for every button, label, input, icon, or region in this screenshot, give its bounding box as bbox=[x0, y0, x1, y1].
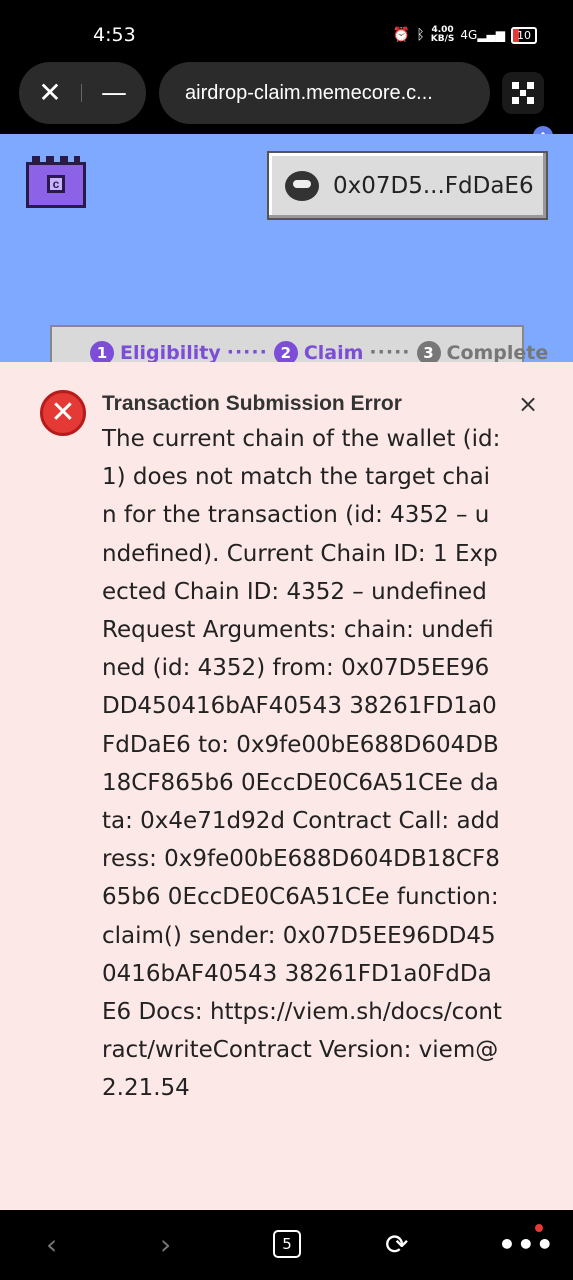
step-complete: 3 Complete bbox=[416, 341, 549, 362]
wallet-address-button[interactable]: 0x07D5...FdDaE6 bbox=[267, 151, 548, 220]
step-label: Claim bbox=[303, 342, 364, 362]
browser-controls: ✕ — bbox=[19, 62, 146, 124]
step-number: 2 bbox=[273, 341, 298, 362]
step-number: 1 bbox=[90, 341, 114, 362]
step-claim: 2 Claim bbox=[273, 341, 364, 362]
tabs-button[interactable]: 5 bbox=[273, 1230, 301, 1258]
more-menu-icon[interactable]: ••• bbox=[498, 1230, 555, 1260]
logo-mark: c bbox=[47, 175, 65, 193]
signal-icon: 4G▂▄▆ bbox=[460, 28, 505, 42]
error-message: The current chain of the wallet (id: 1) … bbox=[102, 426, 502, 1102]
notification-dot bbox=[535, 1224, 543, 1232]
step-eligibility: 1 Eligibility bbox=[90, 341, 221, 362]
wallet-extension-button[interactable] bbox=[502, 72, 544, 114]
step-number: 3 bbox=[416, 341, 441, 362]
memecore-logo[interactable]: c bbox=[26, 156, 86, 208]
forward-icon[interactable]: › bbox=[160, 1230, 171, 1260]
minimize-icon[interactable]: — bbox=[82, 62, 146, 124]
reload-icon[interactable]: ⟳ bbox=[385, 1230, 408, 1260]
step-connector: ····· bbox=[226, 341, 268, 362]
status-icons: ⏰ ᛒ 4.00 KB/S 4G▂▄▆ 10 bbox=[393, 26, 537, 44]
avatar-icon bbox=[285, 170, 319, 201]
url-bar[interactable]: airdrop-claim.memecore.c... bbox=[159, 62, 490, 124]
bluetooth-icon: ᛒ bbox=[416, 27, 425, 43]
close-icon[interactable]: ✕ bbox=[19, 62, 81, 124]
web-page: c 0x07D5...FdDaE6 1 Eligibility ····· 2 … bbox=[0, 134, 573, 362]
step-label: Eligibility bbox=[120, 342, 221, 362]
claim-progress-steps: 1 Eligibility ····· 2 Claim ····· 3 Comp… bbox=[50, 325, 548, 362]
wallet-address: 0x07D5...FdDaE6 bbox=[333, 172, 534, 199]
toast-title: Transaction Submission Error bbox=[102, 392, 402, 415]
net-speed: 4.00 KB/S bbox=[430, 25, 455, 44]
bottom-nav-bar: ‹ › 5 ⟳ ••• bbox=[0, 1210, 573, 1280]
error-toast: ✕ Transaction Submission Error × The cur… bbox=[0, 362, 573, 1210]
step-connector: ····· bbox=[369, 341, 411, 362]
status-bar: 4:53 ⏰ ᛒ 4.00 KB/S 4G▂▄▆ 10 bbox=[0, 0, 573, 60]
browser-toolbar: ✕ — airdrop-claim.memecore.c... ◆ bbox=[0, 60, 573, 146]
back-icon[interactable]: ‹ bbox=[46, 1230, 57, 1260]
error-icon: ✕ bbox=[40, 390, 86, 436]
qr-icon bbox=[512, 82, 534, 104]
status-time: 4:53 bbox=[93, 24, 136, 46]
close-toast-button[interactable]: × bbox=[514, 390, 542, 418]
battery-icon: 10 bbox=[511, 26, 537, 44]
step-label: Complete bbox=[446, 342, 549, 362]
alarm-icon: ⏰ bbox=[392, 27, 411, 43]
